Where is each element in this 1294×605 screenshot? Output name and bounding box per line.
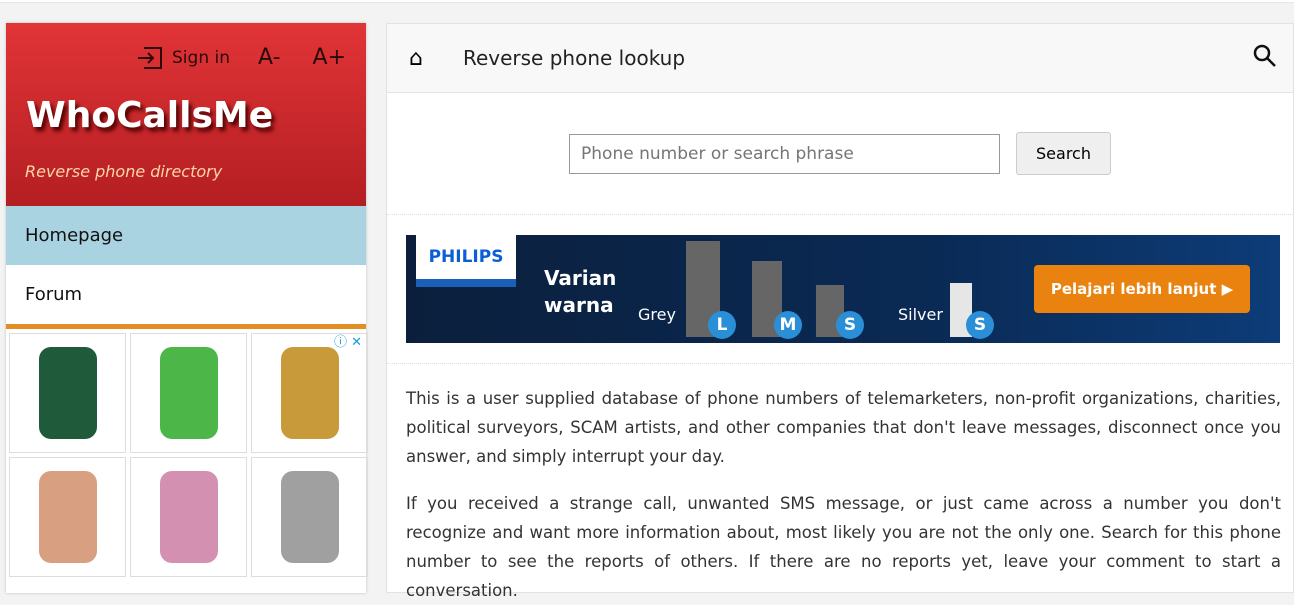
sidebar: Sign in A- A+ WhoCallsMe Reverse phone d… (6, 23, 368, 593)
philips-ad-banner[interactable]: PHILIPS Varian warna Grey Silver L M S S … (406, 235, 1280, 343)
main-panel: ⌂ Reverse phone lookup Search PHILIPS Va… (386, 23, 1294, 600)
ad-silver-label: Silver (898, 305, 943, 324)
site-logo[interactable]: WhoCallsMe (26, 95, 273, 136)
size-badge: M (774, 311, 802, 339)
philips-logo: PHILIPS (416, 235, 516, 287)
watch-image (159, 471, 218, 563)
watch-image (280, 347, 339, 439)
page-title: Reverse phone lookup (462, 46, 686, 70)
ad-product-tile[interactable] (251, 333, 368, 453)
watch-ad[interactable]: ⓘ ✕ (6, 329, 368, 580)
top-border (0, 0, 1294, 3)
site-tagline: Reverse phone directory (25, 162, 223, 181)
ad-product-tile[interactable] (251, 457, 368, 577)
ad-product-tile[interactable] (9, 333, 126, 453)
home-icon[interactable]: ⌂ (409, 46, 423, 71)
ad-cta-button[interactable]: Pelajari lebih lanjut ▶ (1034, 265, 1250, 313)
ad-headline: Varian warna (544, 266, 617, 317)
watch-image (38, 347, 97, 439)
site-header: Sign in A- A+ WhoCallsMe Reverse phone d… (6, 23, 366, 206)
search-form: Search (387, 93, 1293, 215)
intro-paragraph: If you received a strange call, unwanted… (406, 494, 1281, 600)
ad-product-tile[interactable] (130, 457, 247, 577)
size-badge: S (836, 311, 864, 339)
intro-text: This is a user supplied database of phon… (387, 364, 1293, 605)
ad-product-tile[interactable] (9, 457, 126, 577)
nav-homepage[interactable]: Homepage (6, 206, 366, 265)
ad-grey-label: Grey (638, 305, 676, 324)
search-icon[interactable] (1253, 44, 1277, 68)
watch-image (280, 471, 339, 563)
search-input[interactable] (569, 133, 1001, 174)
nav-forum[interactable]: Forum (6, 265, 366, 324)
size-badge: S (966, 311, 994, 339)
ad-close-icon[interactable]: ⓘ ✕ (334, 331, 362, 350)
size-badge: L (708, 311, 736, 339)
search-button[interactable]: Search (1016, 132, 1111, 175)
font-smaller-button[interactable]: A- (258, 45, 281, 70)
sign-in-link[interactable]: Sign in (136, 46, 230, 70)
watch-image (159, 347, 218, 439)
sign-in-label: Sign in (172, 47, 230, 68)
top-bar: ⌂ Reverse phone lookup (387, 24, 1293, 93)
watch-image (38, 471, 97, 563)
sign-in-icon (138, 46, 163, 69)
font-larger-button[interactable]: A+ (313, 45, 346, 70)
intro-paragraph: This is a user supplied database of phon… (406, 389, 1281, 466)
ad-product-tile[interactable] (130, 333, 247, 453)
